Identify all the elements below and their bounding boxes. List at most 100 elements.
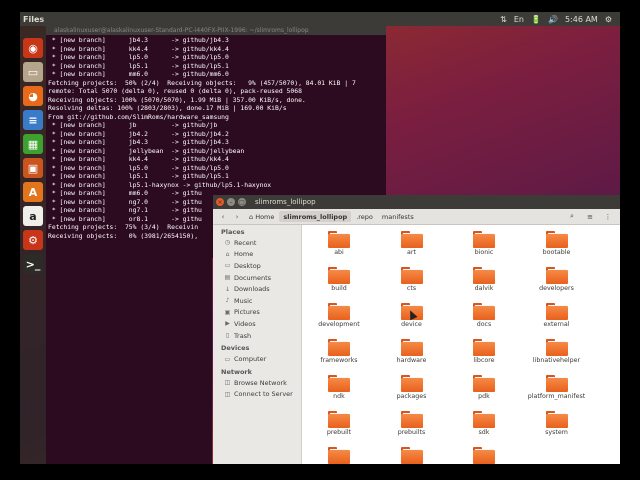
terminal-icon[interactable]: >_ [23, 254, 43, 274]
folder-item[interactable]: bionic [449, 229, 519, 263]
computer-icon: ▭ [224, 355, 231, 363]
folder-icon [328, 375, 350, 392]
folder-item[interactable]: libnativehelper [522, 337, 592, 371]
folder-item[interactable]: ndk [304, 373, 374, 407]
files-icon[interactable]: ▭ [23, 62, 43, 82]
folder-item[interactable]: platform_manifest [522, 373, 592, 407]
folder-icon [400, 411, 423, 428]
folder-item[interactable]: packages [377, 373, 447, 407]
terminal-line: * [new branch] lp5.1 -> github/lp5.1 [48, 172, 229, 180]
firefox-icon[interactable]: ◕ [23, 86, 43, 106]
minimize-button[interactable]: – [227, 198, 235, 206]
folder-label: abi [334, 249, 344, 256]
folder-item[interactable]: external [522, 301, 592, 335]
folder-icon [545, 411, 568, 428]
folder-item[interactable]: development [304, 301, 374, 335]
sidebar-item-desktop[interactable]: ▭ Desktop [213, 260, 301, 272]
folder-item[interactable]: pdk [449, 373, 519, 407]
sidebar-item-music[interactable]: ♪ Music [213, 295, 301, 307]
breadcrumb-item[interactable]: manifests [378, 211, 418, 222]
folder-item[interactable]: libcore [449, 337, 519, 371]
sidebar-item-label: Videos [234, 319, 256, 328]
folder-label: frameworks [320, 357, 358, 364]
folder-item[interactable]: dalvik [449, 265, 519, 299]
breadcrumb-item[interactable]: slimroms_lollipop [279, 211, 352, 222]
volume-icon[interactable]: 🔊 [548, 15, 558, 24]
sidebar-item-browse-network[interactable]: ◫ Browse Network [213, 377, 301, 389]
amazon-icon[interactable]: a [23, 206, 43, 226]
terminal-line: From git://github.com/SlimRoms/hardware_… [48, 112, 229, 121]
settings-icon[interactable]: ⚙ [23, 230, 43, 250]
sidebar-item-home[interactable]: ⌂ Home [213, 249, 301, 261]
folder-item[interactable]: sdk [449, 409, 519, 443]
breadcrumb-item[interactable]: .repo [352, 211, 377, 222]
desktop: Files ⇅ En 🔋 🔊 5:46 AM ⚙ ◉ ▭ ◕ ≡ ▦ ▣ Aa ⚙ >_ ala… [20, 12, 620, 464]
folder-icon [400, 339, 423, 356]
terminal-line: Resolving deltas: 100% (2803/2803), done… [48, 104, 287, 112]
folder-item[interactable]: build [304, 265, 374, 299]
folder-item[interactable] [377, 445, 447, 464]
folder-icon [473, 303, 495, 320]
menu-icon[interactable]: ⋮ [602, 211, 614, 222]
folder-item[interactable]: docs [449, 301, 519, 335]
sidebar-item-label: Trash [234, 331, 252, 340]
folder-item[interactable]: cts [377, 265, 447, 299]
folder-item[interactable]: bootable [522, 229, 592, 263]
folder-item[interactable]: prebuilts [377, 409, 447, 443]
folder-label: sdk [478, 429, 490, 436]
folder-grid: abi art bionic bootable build cts dalvik develo… [302, 225, 620, 464]
search-icon[interactable]: ⌕ [566, 211, 578, 222]
folder-item[interactable]: art [377, 229, 447, 263]
system-gear-icon[interactable]: ⚙ [605, 15, 612, 24]
breadcrumb-item[interactable]: ⌂ Home [245, 211, 278, 222]
sidebar-item-trash[interactable]: ▯ Trash [213, 330, 301, 342]
folder-label: libcore [473, 357, 495, 364]
folder-icon [400, 447, 423, 464]
folder-item[interactable]: hardware [377, 337, 447, 371]
terminal-line: Fetching projects: 50% (2/4) Receiving o… [48, 78, 356, 87]
sidebar-heading: Devices [221, 344, 250, 353]
terminal-line: * [new branch] lp5.0 -> github/lp5.0 [48, 163, 229, 172]
sidebar-item-downloads[interactable]: ↓ Downloads [213, 283, 301, 295]
folder-item[interactable]: prebuilt [304, 409, 374, 443]
terminal-window-lower[interactable] [46, 258, 212, 464]
dash-icon[interactable]: ◉ [23, 38, 43, 58]
folder-label: bootable [542, 249, 571, 256]
terminal-line: remote: Total 5070 (delta 0), reused 0 (… [48, 87, 302, 95]
sidebar-item-pictures[interactable]: ▣ Pictures [213, 307, 301, 319]
sidebar-item-connect-to-server[interactable]: ◫ Connect to Server [213, 389, 301, 401]
sidebar-item-computer[interactable]: ▭ Computer [213, 353, 301, 365]
libreoffice-calc-icon[interactable]: ▦ [23, 134, 43, 154]
terminal-line: Receiving objects: 100% (5070/5070), 1.9… [48, 95, 306, 104]
sidebar-item-videos[interactable]: ▶ Videos [213, 318, 301, 330]
folder-label: prebuilts [397, 429, 426, 436]
maximize-button[interactable]: □ [238, 198, 246, 206]
folder-item[interactable] [304, 445, 374, 464]
folder-icon [473, 375, 495, 392]
folder-icon [400, 375, 423, 392]
forward-button[interactable]: › [231, 211, 243, 222]
clock[interactable]: 5:46 AM [565, 15, 598, 24]
sidebar-item-recent[interactable]: ◷ Recent [213, 237, 301, 249]
folder-item[interactable]: abi [304, 229, 374, 263]
folder-item[interactable]: developers [522, 265, 592, 299]
keyboard-layout-indicator[interactable]: En [514, 15, 524, 24]
panel-app-name: Files [23, 14, 45, 24]
network-icon[interactable]: ⇅ [500, 15, 507, 24]
folder-item[interactable]: system [522, 409, 592, 443]
libreoffice-impress-icon[interactable]: ▣ [23, 158, 43, 178]
libreoffice-writer-icon[interactable]: ≡ [23, 110, 43, 130]
back-button[interactable]: ‹ [217, 211, 229, 222]
sidebar-item-documents[interactable]: ▤ Documents [213, 272, 301, 284]
close-button[interactable]: × [216, 198, 224, 206]
folder-item[interactable]: frameworks [304, 337, 374, 371]
folder-item[interactable] [449, 445, 519, 464]
battery-icon[interactable]: 🔋 [531, 15, 541, 24]
software-center-icon[interactable]: A [23, 182, 43, 202]
list-view-icon[interactable]: ≡ [584, 211, 596, 222]
terminal-line: * [new branch] mm6.0 -> github/mm6.0 [48, 70, 229, 78]
folder-icon [545, 267, 568, 284]
connect-to-server-icon: ◫ [224, 390, 231, 398]
folder-icon [400, 267, 423, 284]
folder-label: bionic [474, 249, 494, 256]
